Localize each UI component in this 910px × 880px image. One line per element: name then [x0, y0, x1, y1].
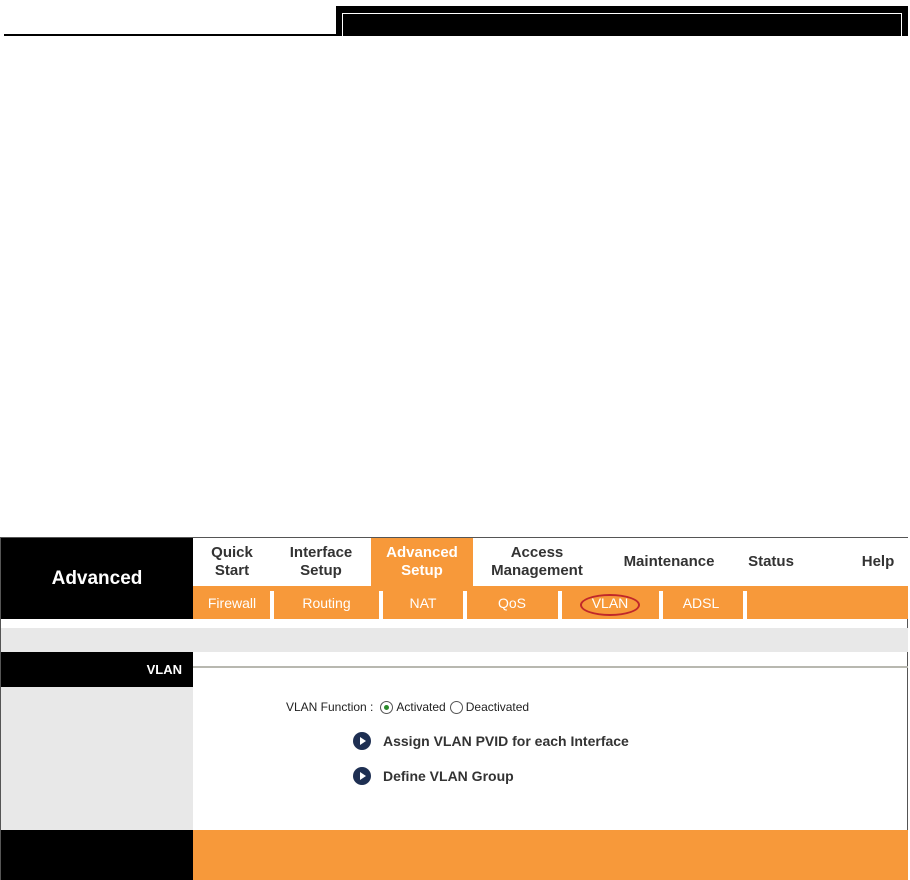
vlan-highlight-circle — [580, 594, 640, 616]
subnav-separator — [743, 591, 747, 619]
define-group-label[interactable]: Define VLAN Group — [383, 768, 514, 784]
subnav-routing[interactable]: Routing — [274, 586, 379, 619]
radio-deactivated[interactable] — [449, 700, 463, 714]
radio-deactivated-label[interactable]: Deactivated — [466, 700, 529, 714]
brand-title: Advanced — [1, 538, 193, 619]
define-group-link[interactable]: Define VLAN Group — [353, 767, 514, 785]
header-rule — [4, 34, 336, 36]
gray-band — [1, 628, 908, 652]
footer-left-bar — [1, 830, 193, 880]
nav-quick-start[interactable]: Quick Start — [193, 538, 271, 586]
sub-nav: Firewall Routing NAT QoS VLAN ADSL — [193, 586, 908, 619]
nav-advanced-setup[interactable]: Advanced Setup — [371, 538, 473, 586]
section-divider — [193, 666, 908, 668]
subnav-firewall[interactable]: Firewall — [193, 586, 271, 619]
main-nav: Quick Start Interface Setup Advanced Set… — [193, 538, 908, 586]
radio-activated-label[interactable]: Activated — [396, 700, 445, 714]
section-title: VLAN — [1, 652, 193, 687]
nav-access-management[interactable]: Access Management — [473, 538, 601, 586]
nav-status[interactable]: Status — [737, 538, 805, 586]
arrow-bullet-icon — [353, 767, 371, 785]
vlan-function-label: VLAN Function : — [286, 700, 374, 714]
router-admin-panel: Advanced Quick Start Interface Setup Adv… — [0, 537, 908, 880]
footer-orange-bar — [193, 830, 908, 880]
nav-help[interactable]: Help — [848, 538, 908, 586]
assign-pvid-label[interactable]: Assign VLAN PVID for each Interface — [383, 733, 629, 749]
header-black-bar-frame — [342, 13, 902, 36]
header-black-bar — [336, 6, 908, 36]
nav-interface-setup[interactable]: Interface Setup — [271, 538, 371, 586]
vlan-function-row: VLAN Function : Activated Deactivated — [286, 698, 533, 716]
nav-maintenance[interactable]: Maintenance — [601, 538, 737, 586]
assign-pvid-link[interactable]: Assign VLAN PVID for each Interface — [353, 732, 629, 750]
subnav-qos[interactable]: QoS — [467, 586, 557, 619]
arrow-bullet-icon — [353, 732, 371, 750]
subnav-nat[interactable]: NAT — [383, 586, 463, 619]
radio-activated[interactable] — [380, 700, 394, 714]
left-panel — [1, 687, 193, 830]
subnav-adsl[interactable]: ADSL — [663, 586, 739, 619]
